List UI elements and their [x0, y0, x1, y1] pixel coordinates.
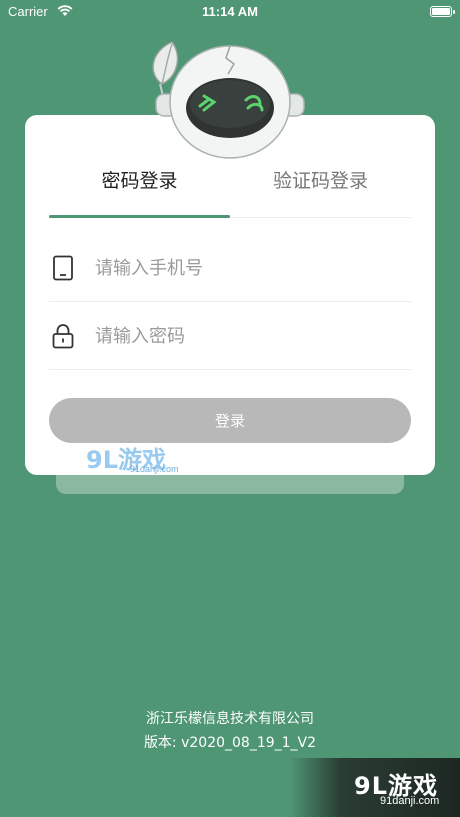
version-label: 版本: v2020_08_19_1_V2: [143, 735, 317, 751]
login-tabs: 密码登录 验证码登录: [49, 159, 411, 218]
company-name: 浙江乐檬信息技术有限公司: [146, 711, 314, 727]
watermark-corner: 9L游戏 91danji.com: [290, 758, 460, 817]
watermark-site: 91danji.com: [380, 795, 440, 807]
tab-password-login[interactable]: 密码登录: [49, 159, 230, 217]
phone-icon: [53, 255, 73, 281]
robot-mascot-icon: [152, 41, 305, 159]
status-bar: Carrier 11:14 AM: [0, 0, 460, 26]
active-tab-indicator: [49, 215, 230, 218]
watermark-card: 9L游戏 91danji.com: [86, 440, 182, 476]
password-field-row: [49, 303, 411, 370]
watermark-site-small: 91danji.com: [130, 464, 179, 474]
battery-icon: [430, 6, 455, 17]
phone-input[interactable]: [93, 249, 407, 287]
password-input[interactable]: [93, 317, 407, 355]
login-card: 密码登录 验证码登录 登录: [25, 115, 435, 475]
login-button[interactable]: 登录: [49, 398, 411, 443]
status-time: 11:14 AM: [202, 4, 258, 19]
tab-code-login[interactable]: 验证码登录: [230, 159, 411, 217]
phone-field-row: [49, 235, 411, 302]
lock-icon: [52, 324, 74, 349]
